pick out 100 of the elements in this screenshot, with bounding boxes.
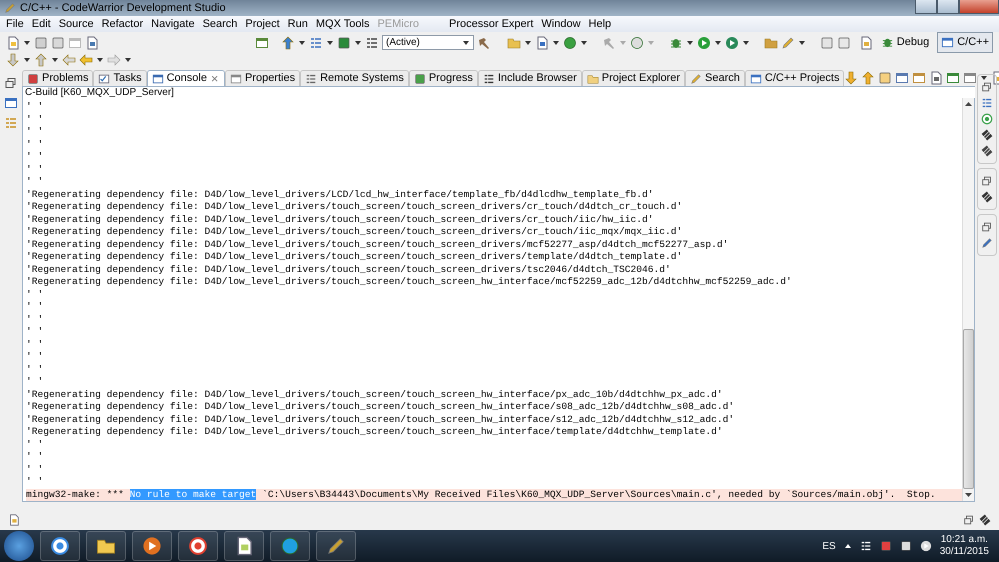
remove-console-icon[interactable]	[929, 71, 944, 85]
language-indicator[interactable]: ES	[822, 538, 836, 554]
view-tab[interactable]: Search	[685, 70, 745, 86]
console-line: ' '	[26, 176, 44, 188]
caret-icon[interactable]	[686, 40, 694, 46]
caret-icon[interactable]	[524, 40, 532, 46]
clear-console-icon[interactable]	[895, 71, 910, 85]
caret-icon[interactable]	[326, 40, 334, 46]
pilcrow-icon[interactable]	[837, 36, 851, 50]
close-button[interactable]	[959, 0, 999, 14]
new-class-icon[interactable]	[535, 36, 549, 50]
maximize-button[interactable]	[937, 0, 959, 14]
view-tab[interactable]: Properties	[224, 70, 300, 86]
menu-item[interactable]: Edit	[28, 17, 55, 31]
menu-item[interactable]: Window	[537, 17, 585, 31]
menu-item[interactable]: Processor Expert	[445, 17, 538, 31]
next-error-icon[interactable]	[844, 71, 858, 85]
caret-icon[interactable]	[124, 56, 132, 62]
caret-icon[interactable]	[742, 40, 750, 46]
start-button[interactable]	[4, 531, 34, 561]
import-icon[interactable]	[6, 52, 20, 66]
menu-item[interactable]: Help	[584, 17, 616, 31]
caret-icon[interactable]	[298, 40, 306, 46]
vertical-scrollbar[interactable]	[962, 98, 974, 501]
perspective-button[interactable]: C/C++	[937, 32, 993, 53]
taskbar-app[interactable]	[316, 531, 356, 561]
view-tab[interactable]: C/C++ Projects	[744, 70, 844, 86]
menu-item[interactable]: Source	[54, 17, 98, 31]
back-icon[interactable]	[79, 52, 93, 66]
view-tab[interactable]: Project Explorer	[582, 70, 686, 86]
tray-expand-icon[interactable]	[844, 543, 852, 549]
build-hammer-icon[interactable]	[477, 36, 491, 50]
taskbar-app[interactable]	[178, 531, 218, 561]
view-tab[interactable]: Include Browser	[478, 70, 582, 86]
menu-item[interactable]: MQX Tools	[312, 17, 374, 31]
app-logo-icon	[4, 2, 16, 14]
view-tab[interactable]: Console	[146, 70, 225, 86]
console-line: ' '	[26, 338, 44, 351]
target-icon[interactable]	[981, 113, 993, 125]
build-configuration-dropdown[interactable]: (Active)	[382, 35, 474, 50]
caret-icon[interactable]	[51, 56, 59, 62]
outline-icon[interactable]	[981, 97, 993, 109]
scroll-up-icon[interactable]	[965, 102, 972, 106]
project-icon[interactable]	[4, 96, 18, 110]
minimize-button[interactable]	[915, 0, 937, 14]
console-line: ' '	[26, 288, 44, 301]
export-icon[interactable]	[34, 52, 48, 66]
open-perspective-icon[interactable]	[858, 36, 873, 50]
taskbar-app[interactable]	[224, 531, 264, 561]
view-tab[interactable]: Progress	[408, 70, 478, 86]
console-line: ' '	[26, 164, 44, 176]
edit-icon[interactable]	[981, 237, 993, 249]
caret-icon[interactable]	[798, 40, 806, 46]
problems-icon	[27, 72, 39, 84]
taskbar-app[interactable]	[132, 531, 172, 561]
console-line: 'Regenerating dependency file: D4D/low_level_drivers/touch_screen/touch_screen_hw_interface/template/d4dtchhw_template.d'	[26, 426, 724, 438]
console-line: 'Regenerating dependency file: D4D/low_level_drivers/touch_screen/touch_screen_drivers/cr_touch/iic/hw_iic.d'	[26, 214, 655, 226]
restore-icon[interactable]	[981, 175, 993, 187]
open-folder-icon[interactable]	[764, 36, 778, 50]
menu-item[interactable]: Run	[284, 17, 312, 31]
menu-item[interactable]: Refactor	[98, 17, 148, 31]
restore-icon[interactable]	[963, 514, 975, 526]
new-file-icon[interactable]	[6, 36, 20, 50]
close-icon[interactable]	[210, 74, 220, 84]
binary-file-icon[interactable]	[85, 36, 99, 50]
clock-date[interactable]: 30/11/2015	[940, 546, 989, 558]
run-external-icon[interactable]	[725, 36, 739, 50]
view-tab[interactable]: Remote Systems	[300, 70, 409, 86]
caret-icon[interactable]	[580, 40, 588, 46]
browser-icon	[188, 536, 208, 556]
caret-icon[interactable]	[96, 56, 104, 62]
caret-icon[interactable]	[23, 56, 31, 62]
last-edit-icon[interactable]	[62, 52, 76, 66]
taskbar-app[interactable]	[40, 531, 80, 561]
caret-icon[interactable]	[462, 40, 470, 46]
clock-time[interactable]: 10:21 a.m.	[940, 534, 988, 546]
caret-icon[interactable]	[552, 40, 560, 46]
previous-error-icon[interactable]	[861, 71, 876, 85]
menu-item[interactable]: Project	[241, 17, 284, 31]
menu-item[interactable]: Search	[198, 17, 242, 31]
view-tab[interactable]: Problems	[22, 70, 94, 86]
scroll-lock-icon[interactable]	[878, 71, 892, 85]
console-line: 'Regenerating dependency file: D4D/low_level_drivers/touch_screen/touch_screen_drivers/cr_touch/d4dtch_cr_touch.d'	[26, 201, 684, 214]
toggle-mark-icon[interactable]	[820, 36, 834, 50]
caret-icon[interactable]	[980, 75, 988, 81]
perspective-button[interactable]: Debug	[876, 32, 934, 53]
caret-icon[interactable]	[354, 40, 362, 46]
menu-item[interactable]: File	[2, 17, 28, 31]
restore-icon[interactable]	[981, 221, 993, 233]
caret-icon[interactable]	[714, 40, 722, 46]
caret-icon[interactable]	[23, 40, 31, 46]
console-line: 'Regenerating dependency file: D4D/low_level_drivers/touch_screen/touch_screen_drivers/cr_touch/iic_mqx/mqx_iic.d'	[26, 226, 684, 238]
console-line: ' '	[26, 314, 44, 326]
project-icon	[750, 72, 762, 84]
restore-icon[interactable]	[981, 81, 993, 93]
restore-icon[interactable]	[4, 76, 18, 90]
view-tab[interactable]: Tasks	[93, 70, 147, 86]
menu-item[interactable]: Navigate	[147, 17, 199, 31]
taskbar-app[interactable]	[86, 531, 126, 561]
scroll-down-icon[interactable]	[965, 493, 972, 497]
